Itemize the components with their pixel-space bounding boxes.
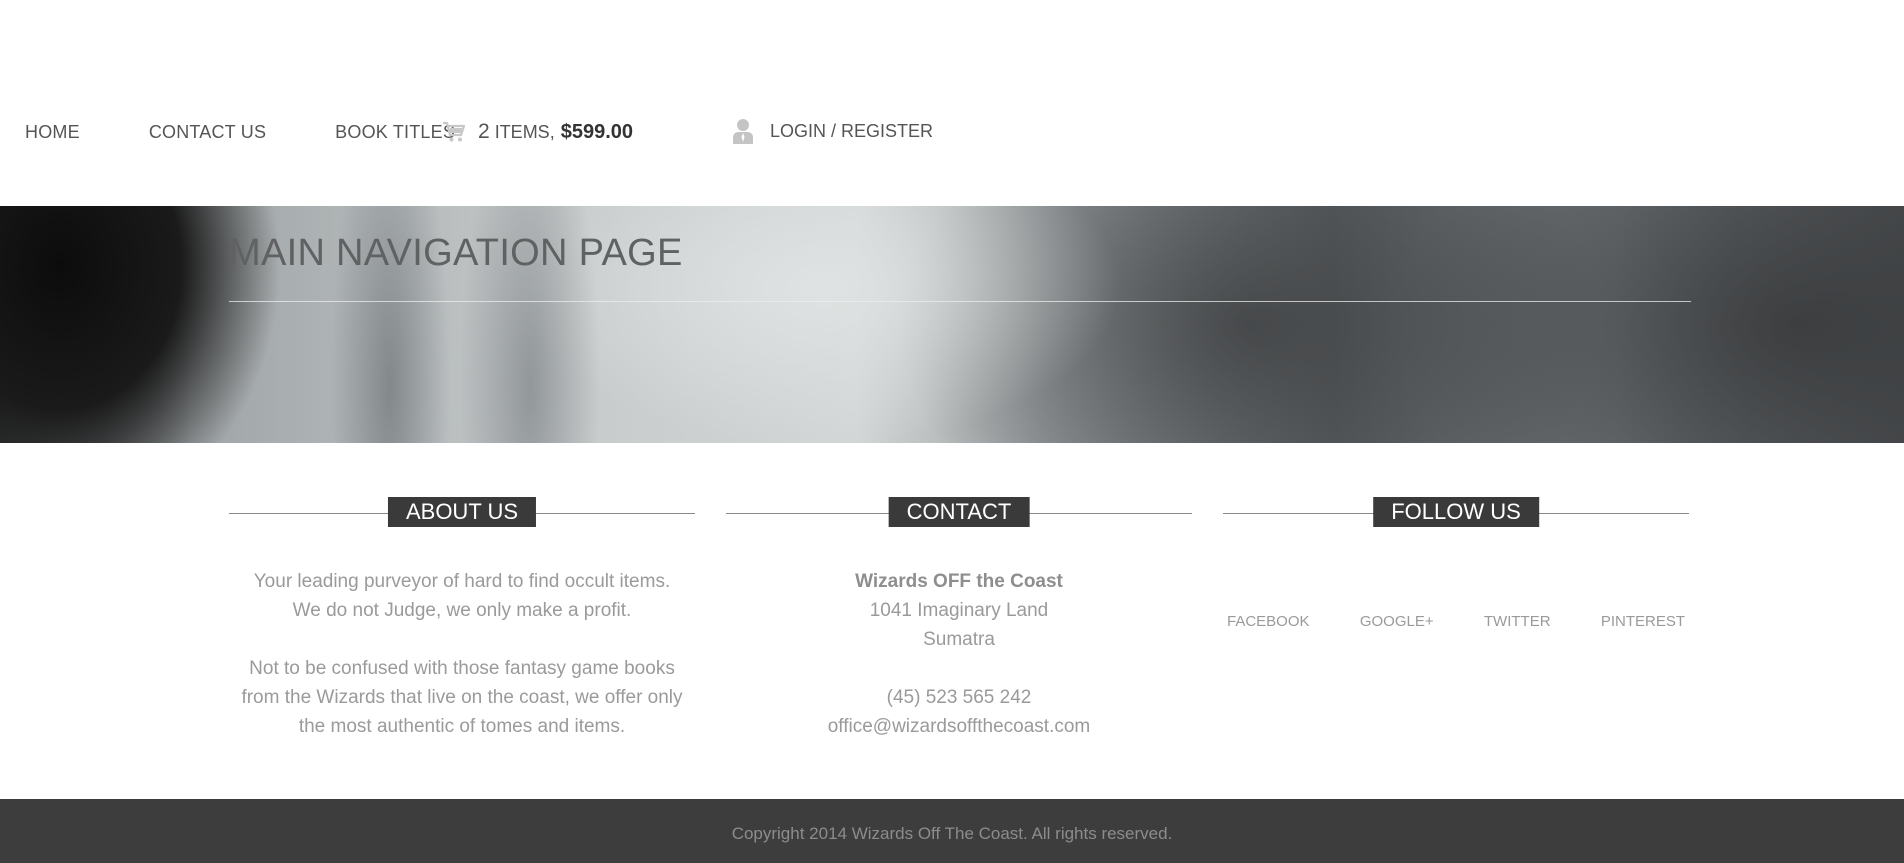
cart-total: $599.00 [560,120,633,143]
about-us-heading: ABOUT US [229,497,695,527]
follow-us-title: FOLLOW US [1373,497,1539,527]
cart-items-label: ITEMS, [494,121,555,142]
about-line: Not to be confused with those fantasy ga… [249,658,675,679]
shopping-cart-icon [443,121,466,142]
main-navigation: HOME CONTACT US BOOK TITLES [25,122,455,143]
contact-heading: CONTACT [726,497,1192,527]
follow-us-heading: FOLLOW US [1223,497,1689,527]
contact-details: Wizards OFF the Coast 1041 Imaginary Lan… [726,567,1192,741]
social-links: FACEBOOK GOOGLE+ TWITTER PINTEREST [1223,613,1689,630]
company-name: Wizards OFF the Coast [855,571,1063,592]
google-plus-link[interactable]: GOOGLE+ [1360,613,1434,630]
pinterest-link[interactable]: PINTEREST [1601,613,1685,630]
nav-item-home[interactable]: HOME [25,122,80,143]
cart-item-count: 2 [478,120,490,143]
follow-us-column: FOLLOW US FACEBOOK GOOGLE+ TWITTER PINTE… [1223,497,1689,630]
about-line: from the Wizards that live on the coast,… [241,687,683,708]
about-line: We do not Judge, we only make a profit. [292,600,632,621]
cart-summary[interactable]: 2 ITEMS, $599.00 [442,120,633,144]
copyright-text: Copyright 2014 Wizards Off The Coast. Al… [731,824,1173,843]
address-line-2: Sumatra [923,629,995,650]
user-icon [733,119,753,144]
login-register-label: LOGIN / REGISTER [770,120,934,141]
footer-bar: Copyright 2014 Wizards Off The Coast. Al… [0,799,1904,863]
nav-item-book-titles[interactable]: BOOK TITLES [335,122,455,143]
about-us-column: ABOUT US Your leading purveyor of hard t… [229,497,695,741]
about-us-text: Your leading purveyor of hard to find oc… [229,567,695,741]
about-line: Your leading purveyor of hard to find oc… [253,571,671,592]
facebook-link[interactable]: FACEBOOK [1227,613,1310,630]
email-link[interactable]: office@wizardsoffthecoast.com [726,712,1192,741]
page-title: MAIN NAVIGATION PAGE [229,232,683,274]
contact-title: CONTACT [888,497,1030,527]
phone-number: (45) 523 565 242 [886,687,1032,708]
contact-column: CONTACT Wizards OFF the Coast 1041 Imagi… [726,497,1192,741]
site-header: HOME CONTACT US BOOK TITLES 2 ITEMS, $59… [0,0,1904,206]
footer-columns: ABOUT US Your leading purveyor of hard t… [229,497,1691,767]
about-line: the most authentic of tomes and items. [298,716,626,737]
nav-item-contact-us[interactable]: CONTACT US [149,122,266,143]
twitter-link[interactable]: TWITTER [1484,613,1551,630]
about-us-title: ABOUT US [387,497,537,527]
hero-divider [229,301,1691,302]
address-line-1: 1041 Imaginary Land [869,600,1049,621]
login-register-link[interactable]: LOGIN / REGISTER [732,118,933,144]
hero-banner: MAIN NAVIGATION PAGE [0,206,1904,443]
